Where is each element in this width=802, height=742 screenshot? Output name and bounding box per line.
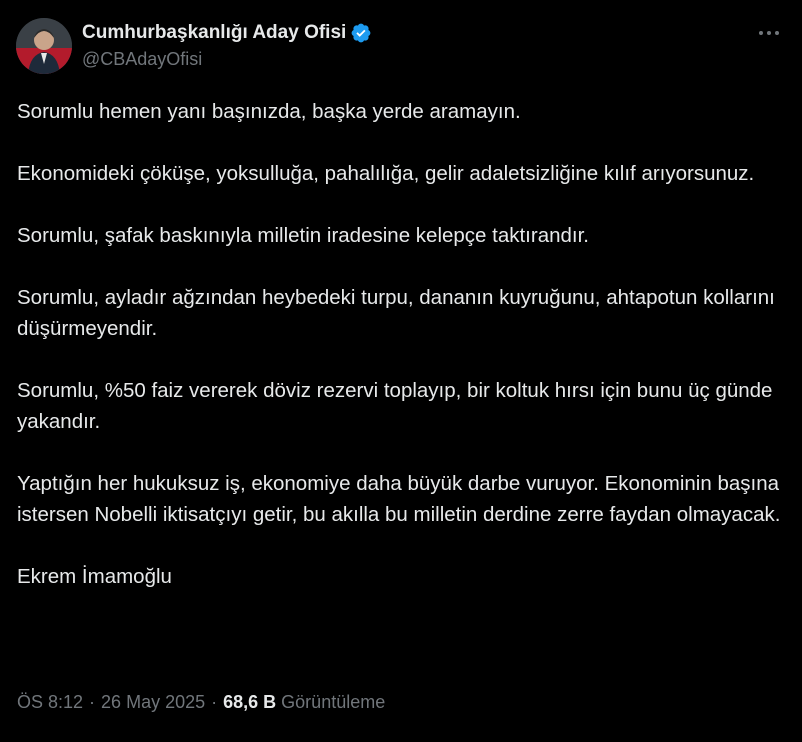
- tweet-time[interactable]: ÖS 8:12: [17, 692, 83, 713]
- more-options-icon[interactable]: [754, 18, 784, 48]
- tweet-paragraph: Sorumlu, şafak baskınıyla milletin irade…: [17, 224, 589, 247]
- avatar-image: [16, 18, 72, 74]
- meta-separator: ·: [211, 692, 218, 712]
- tweet-card: Cumhurbaşkanlığı Aday Ofisi @CBAdayOfisi…: [0, 0, 802, 742]
- tweet-text: Sorumlu hemen yanı başınızda, başka yerd…: [17, 96, 787, 592]
- views-label: Görüntüleme: [281, 692, 386, 712]
- tweet-paragraph: Yaptığın her hukuksuz iş, ekonomiye daha…: [17, 472, 781, 526]
- display-name-row: Cumhurbaşkanlığı Aday Ofisi: [82, 20, 372, 46]
- tweet-paragraph: Sorumlu, %50 faiz vererek döviz rezervi …: [17, 379, 773, 433]
- author-handle[interactable]: @CBAdayOfisi: [82, 49, 372, 70]
- author-names: Cumhurbaşkanlığı Aday Ofisi @CBAdayOfisi: [82, 20, 372, 70]
- tweet-signature: Ekrem İmamoğlu: [17, 565, 172, 588]
- tweet-paragraph: Sorumlu hemen yanı başınızda, başka yerd…: [17, 100, 521, 123]
- tweet-paragraph: Sorumlu, ayladır ağzından heybedeki turp…: [17, 286, 775, 340]
- tweet-date[interactable]: 26 May 2025: [101, 692, 205, 713]
- tweet-meta: ÖS 8:12 · 26 May 2025 · 68,6 B Görüntüle…: [17, 692, 385, 713]
- meta-separator: ·: [89, 692, 96, 712]
- verified-badge-icon[interactable]: [350, 22, 372, 44]
- tweet-paragraph: Ekonomideki çöküşe, yoksulluğa, pahalılı…: [17, 162, 755, 185]
- display-name[interactable]: Cumhurbaşkanlığı Aday Ofisi: [82, 22, 346, 44]
- avatar[interactable]: [16, 18, 72, 74]
- views-count: 68,6 B: [223, 692, 277, 712]
- tweet-header: Cumhurbaşkanlığı Aday Ofisi @CBAdayOfisi: [16, 16, 786, 76]
